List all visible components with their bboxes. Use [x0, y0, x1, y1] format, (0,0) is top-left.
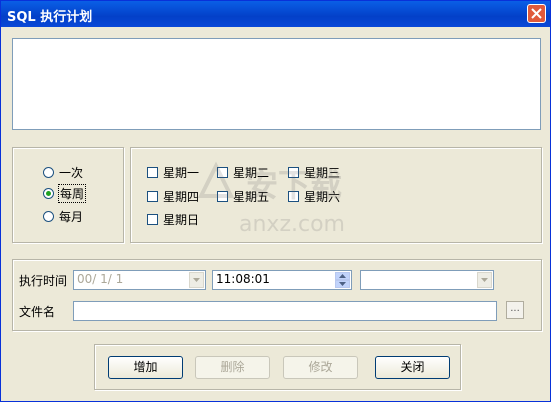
sql-text-area[interactable] [12, 38, 541, 130]
time-picker[interactable]: 11:08:01 [212, 270, 352, 290]
close-button[interactable]: 关闭 [375, 356, 450, 379]
time-label: 执行时间 [19, 274, 68, 288]
watermark-url: anxz.com [239, 212, 345, 237]
browse-button[interactable]: ... [506, 301, 524, 319]
checkbox-thu[interactable] [147, 190, 158, 202]
radio-once-label: 一次 [59, 165, 84, 180]
watermark: 安下载 anxz.com [191, 151, 391, 244]
file-name-input[interactable] [73, 301, 497, 321]
title-bar[interactable]: SQL 执行计划 [1, 1, 550, 27]
chevron-down-icon [339, 282, 346, 286]
radio-weekly[interactable]: 每周 [43, 183, 87, 203]
chevron-down-icon [193, 278, 200, 282]
spin-down-button[interactable] [335, 280, 350, 288]
radio-once[interactable]: 一次 [43, 164, 83, 180]
window-title: SQL 执行计划 [7, 10, 93, 25]
watermark-text: 安下载 [246, 166, 342, 204]
action-button-group: 增加 删除 修改 关闭 [94, 344, 461, 390]
sql-schedule-window: SQL 执行计划 一次 每周 每月 星期一 星期二 星期三 星期四 星期五 星期… [0, 0, 551, 402]
date-picker[interactable]: 00/ 1/ 1 [73, 270, 206, 290]
frequency-group: 一次 每周 每月 [12, 147, 124, 243]
radio-weekly-label: 每周 [57, 183, 87, 203]
extra-dropdown-button[interactable] [477, 272, 492, 288]
modify-button[interactable]: 修改 [283, 356, 358, 379]
delete-button[interactable]: 删除 [195, 356, 270, 379]
add-button[interactable]: 增加 [108, 356, 183, 379]
checkbox-sun[interactable] [147, 213, 158, 225]
schedule-group: 执行时间 00/ 1/ 1 11:08:01 文件名 ... [12, 259, 542, 331]
radio-monthly[interactable]: 每月 [43, 208, 83, 224]
extra-select[interactable] [360, 270, 494, 290]
radio-weekly-indicator[interactable] [43, 187, 54, 199]
chevron-down-icon [481, 278, 488, 282]
radio-once-indicator[interactable] [43, 166, 54, 178]
date-value: 00/ 1/ 1 [77, 272, 124, 286]
close-window-button[interactable] [527, 4, 546, 23]
checkbox-mon[interactable] [147, 166, 158, 178]
watermark-logo: 安下载 anxz.com [197, 161, 345, 237]
radio-monthly-label: 每月 [59, 209, 84, 224]
radio-monthly-indicator[interactable] [43, 210, 54, 222]
time-value: 11:08:01 [216, 272, 270, 286]
file-label: 文件名 [19, 305, 56, 319]
date-dropdown-button[interactable] [189, 272, 204, 288]
spin-up-button[interactable] [335, 272, 350, 280]
time-spinner[interactable] [335, 272, 350, 288]
close-icon [531, 8, 542, 19]
chevron-up-icon [339, 274, 346, 278]
